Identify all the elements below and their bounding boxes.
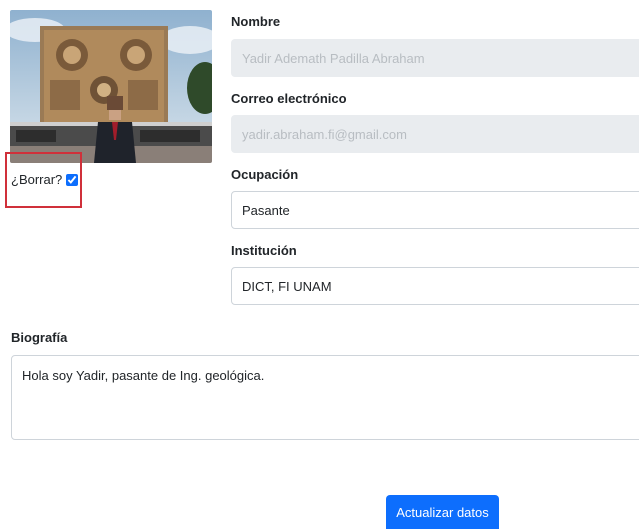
institucion-field[interactable] xyxy=(231,267,639,305)
biografia-textarea[interactable]: Hola soy Yadir, pasante de Ing. geológic… xyxy=(11,355,639,440)
correo-label: Correo electrónico xyxy=(231,91,347,106)
nombre-field[interactable] xyxy=(231,39,639,77)
update-data-button[interactable]: Actualizar datos xyxy=(386,495,499,529)
email-field[interactable] xyxy=(231,115,639,153)
biografia-label: Biografía xyxy=(11,330,68,345)
nombre-label: Nombre xyxy=(231,14,281,29)
delete-photo-control: ¿Borrar? xyxy=(11,172,79,187)
delete-photo-checkbox[interactable] xyxy=(66,173,79,186)
ocupacion-field[interactable] xyxy=(231,191,639,229)
delete-photo-label: ¿Borrar? xyxy=(11,172,63,187)
institucion-label: Institución xyxy=(231,243,297,258)
profile-photo xyxy=(10,10,212,163)
library-building-image xyxy=(10,10,212,163)
ocupacion-label: Ocupación xyxy=(231,167,299,182)
